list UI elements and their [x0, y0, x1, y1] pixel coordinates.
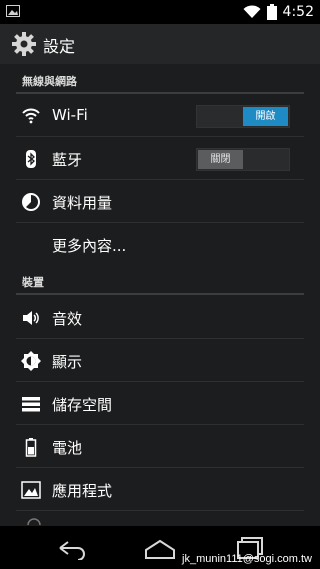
data-usage-icon [22, 193, 40, 211]
watermark-text: jk_munin111@sogi.com.tw [182, 553, 312, 565]
battery-icon [266, 4, 277, 20]
action-bar: 設定 [0, 24, 320, 64]
settings-item-label: 資料用量 [52, 194, 113, 212]
bluetooth-toggle[interactable]: 關閉 [196, 148, 290, 171]
section-label: 裝置 [22, 276, 44, 289]
wifi-toggle[interactable]: 開啟 [196, 105, 290, 128]
image-notification-icon [6, 5, 20, 17]
settings-item-wifi[interactable]: Wi-Fi 開啟 [0, 94, 320, 137]
speaker-icon [23, 311, 39, 325]
battery-icon [25, 438, 37, 457]
settings-item-label: 藍牙 [52, 151, 83, 169]
item-divider [16, 510, 304, 511]
settings-item-more[interactable]: 更多內容... [0, 223, 320, 266]
navigation-bar: jk_munin111@sogi.com.tw [0, 526, 320, 569]
settings-item-data-usage[interactable]: 資料用量 [0, 180, 320, 223]
settings-item-label: 顯示 [52, 353, 83, 371]
bluetooth-icon [26, 150, 36, 168]
toggle-state-label: 開啟 [243, 107, 288, 126]
toggle-state-label: 關閉 [198, 150, 243, 169]
settings-item-label: 音效 [52, 310, 83, 328]
settings-item-label: Wi-Fi [52, 106, 88, 124]
settings-item-display[interactable]: 顯示 [0, 339, 320, 382]
home-icon[interactable] [142, 536, 178, 560]
section-header-wireless: 無線與網路 [0, 66, 320, 94]
status-time: 4:52 [282, 4, 314, 20]
wifi-icon [22, 108, 40, 124]
status-bar: 4:52 [0, 0, 320, 24]
settings-item-apps[interactable]: 應用程式 [0, 468, 320, 511]
partial-item-icon [27, 518, 41, 526]
settings-item-battery[interactable]: 電池 [0, 425, 320, 468]
back-icon[interactable] [54, 536, 90, 560]
gear-icon[interactable] [11, 31, 37, 57]
wifi-icon [243, 5, 261, 18]
settings-item-label: 儲存空間 [52, 396, 113, 414]
settings-item-sound[interactable]: 音效 [0, 296, 320, 339]
storage-icon [22, 397, 40, 412]
section-divider [16, 293, 304, 295]
settings-item-storage[interactable]: 儲存空間 [0, 382, 320, 425]
brightness-icon [21, 351, 41, 371]
section-label: 無線與網路 [22, 75, 77, 88]
apps-icon [21, 481, 41, 499]
settings-item-label: 電池 [52, 439, 83, 457]
settings-item-label: 應用程式 [52, 482, 113, 500]
section-header-device: 裝置 [0, 267, 320, 295]
settings-item-label: 更多內容... [52, 237, 127, 255]
page-title: 設定 [43, 37, 76, 56]
settings-item-bluetooth[interactable]: 藍牙 關閉 [0, 137, 320, 180]
